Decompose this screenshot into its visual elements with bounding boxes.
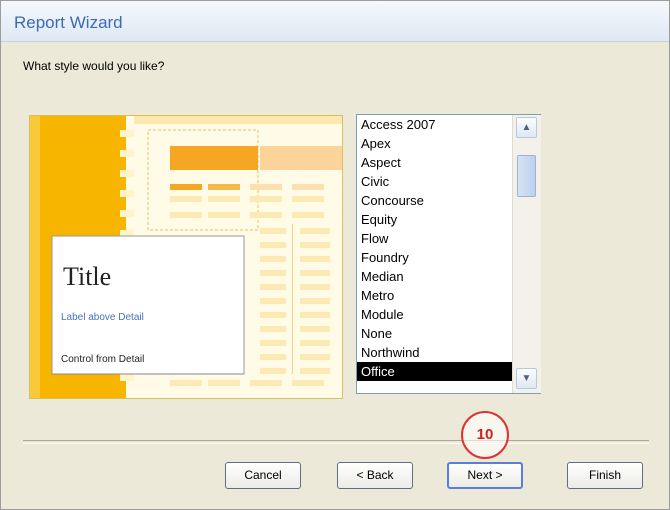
style-list-items: Access 2007 Apex Aspect Civic Concourse … [357,115,512,393]
preview-title: Title [63,262,112,291]
style-option[interactable]: Aspect [357,153,512,172]
style-listbox[interactable]: Access 2007 Apex Aspect Civic Concourse … [356,114,541,394]
preview-label-text: Label above Detail [61,312,144,323]
style-option[interactable]: Apex [357,134,512,153]
next-button[interactable]: Next > [447,462,523,489]
step-callout: 10 [461,411,509,459]
finish-button[interactable]: Finish [567,462,643,489]
chevron-up-icon: ▲ [521,122,532,133]
style-option[interactable]: Equity [357,210,512,229]
style-option[interactable]: Flow [357,229,512,248]
scroll-thumb[interactable] [517,155,536,197]
style-option[interactable]: Access 2007 [357,115,512,134]
style-option[interactable]: Civic [357,172,512,191]
style-option[interactable]: Foundry [357,248,512,267]
listbox-scrollbar[interactable]: ▲ ▼ [512,115,541,393]
scroll-down-button[interactable]: ▼ [516,368,537,389]
style-preview: Title Label above Detail Control from De… [29,115,343,399]
scroll-up-button[interactable]: ▲ [516,117,537,138]
button-separator [23,440,649,444]
style-option[interactable]: Metro [357,286,512,305]
chevron-down-icon: ▼ [521,373,532,384]
style-option[interactable]: None [357,324,512,343]
back-button[interactable]: < Back [337,462,413,489]
style-option[interactable]: Northwind [357,343,512,362]
style-option[interactable]: Module [357,305,512,324]
style-option[interactable]: Concourse [357,191,512,210]
preview-control-text: Control from Detail [61,354,145,365]
report-wizard-window: Report Wizard What style would you like? [0,0,670,510]
style-prompt: What style would you like? [23,59,165,73]
title-bar: Report Wizard [1,1,669,42]
window-title: Report Wizard [14,13,123,32]
style-option-selected[interactable]: Office [357,362,512,381]
cancel-button[interactable]: Cancel [225,462,301,489]
style-option[interactable]: Median [357,267,512,286]
